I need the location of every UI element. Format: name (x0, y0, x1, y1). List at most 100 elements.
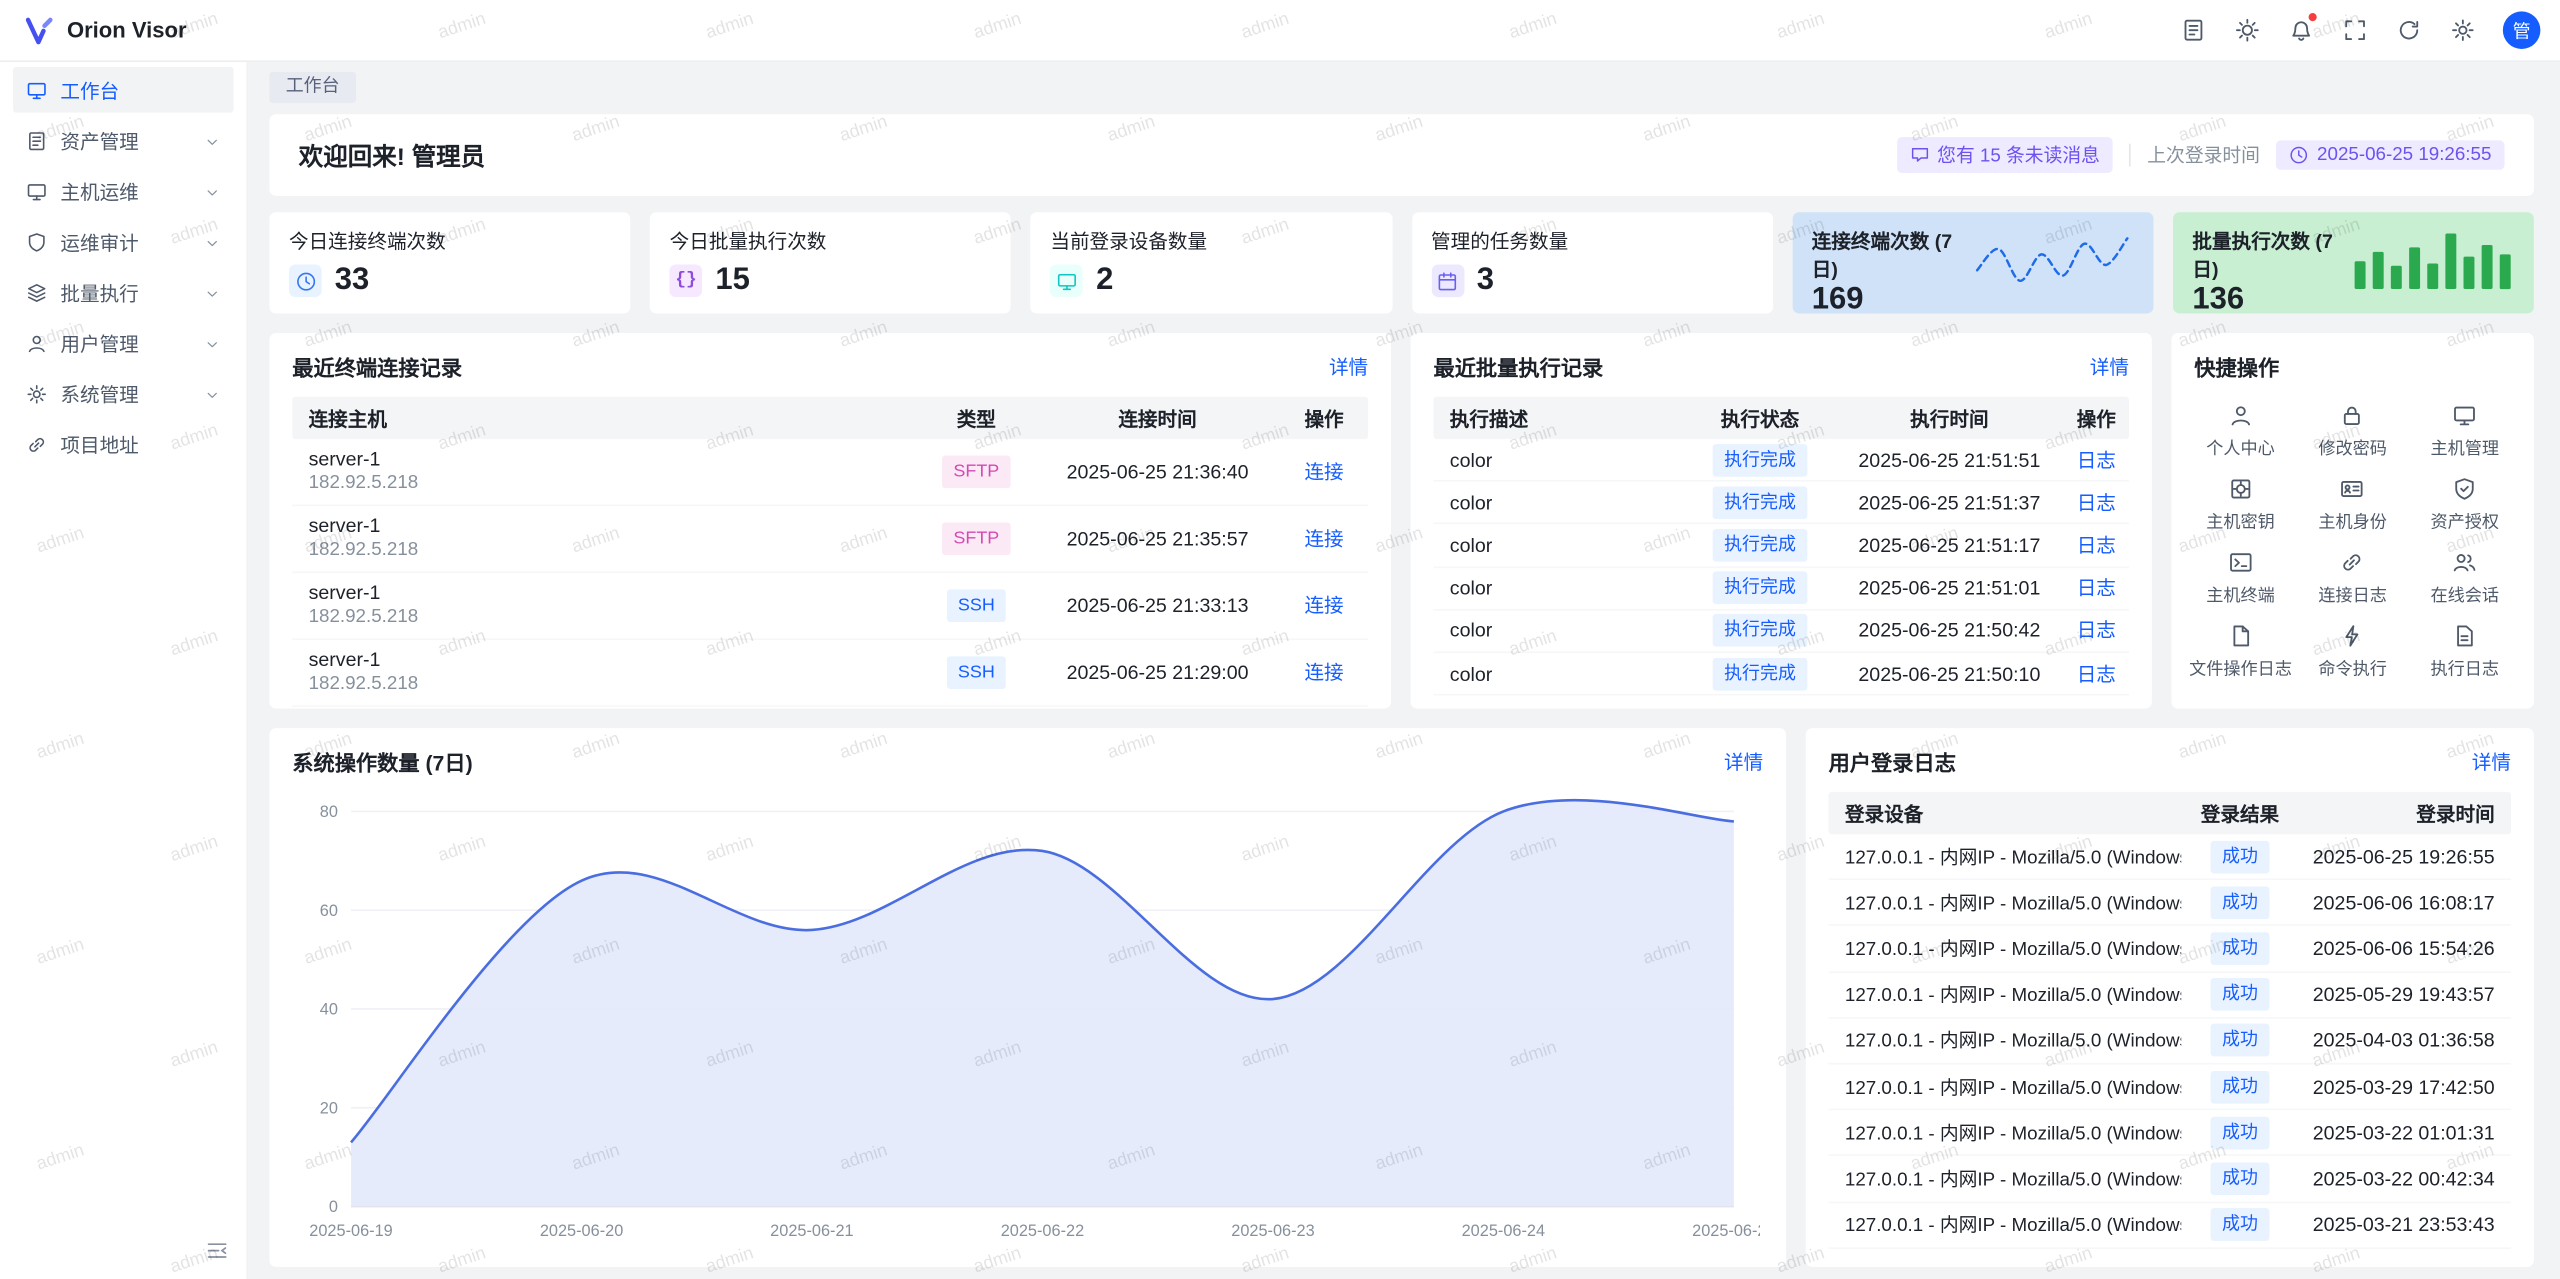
execution-status-tag: 执行完成 (1713, 443, 1808, 476)
app-logo[interactable]: Orion Visor (23, 14, 187, 47)
login-result-tag: 成功 (2211, 1162, 2270, 1195)
execution-time: 2025-06-25 21:51:37 (1835, 491, 2064, 514)
quick-host-keys[interactable]: 主机密钥 (2184, 477, 2296, 534)
sidebar-item-host-ops[interactable]: 主机运维 (13, 168, 233, 214)
chart-detail-link[interactable]: 详情 (1724, 748, 1763, 776)
quick-file-operation-logs[interactable]: 文件操作日志 (2184, 624, 2296, 681)
log-link[interactable]: 日志 (2077, 619, 2116, 642)
shield-check-icon (2452, 477, 2476, 501)
quick-actions-card: 快捷操作 个人中心修改密码主机管理主机密钥主机身份资产授权主机终端连接日志在线会… (2171, 333, 2533, 709)
log-link[interactable]: 日志 (2077, 448, 2116, 471)
sidebar-item-label: 主机运维 (60, 177, 138, 205)
fullscreen-button[interactable] (2333, 9, 2375, 51)
stat-label: 管理的任务数量 (1431, 227, 1753, 255)
table-row: 127.0.0.1 - 内网IP - Mozilla/5.0 (Windows … (1829, 926, 2511, 972)
host-name: server-1 (309, 514, 908, 538)
quick-change-password[interactable]: 修改密码 (2297, 403, 2409, 460)
file-text-icon (2452, 624, 2476, 648)
connect-link[interactable]: 连接 (1304, 594, 1343, 617)
connect-link[interactable]: 连接 (1304, 527, 1343, 550)
card-title: 系统操作数量 (7日) (292, 746, 472, 777)
table-row: server-1182.92.5.218SSH2025-06-25 21:33:… (292, 573, 1368, 640)
log-link[interactable]: 日志 (2077, 662, 2116, 685)
sidebar-item-audit[interactable]: 运维审计 (13, 219, 233, 265)
settings-gear-button[interactable] (2441, 9, 2483, 51)
execution-status-tag: 执行完成 (1713, 572, 1808, 605)
sidebar-item-label: 运维审计 (60, 228, 138, 256)
collapse-sidebar-button[interactable] (201, 1233, 234, 1266)
host-name: server-1 (309, 447, 908, 471)
execution-description: color (1433, 577, 1684, 600)
quick-command-execution[interactable]: 命令执行 (2297, 624, 2409, 681)
breadcrumb-item-workbench[interactable]: 工作台 (269, 72, 356, 103)
connect-link[interactable]: 连接 (1304, 661, 1343, 684)
login-device: 127.0.0.1 - 内网IP - Mozilla/5.0 (Windows … (1829, 935, 2182, 961)
login-time: 2025-05-29 19:43:57 (2299, 983, 2511, 1006)
login-device: 127.0.0.1 - 内网IP - Mozilla/5.0 (Windows … (1829, 889, 2182, 915)
user-avatar[interactable]: 管 (2503, 11, 2541, 49)
quick-action-label: 文件操作日志 (2189, 656, 2292, 680)
svg-text:2025-06-22: 2025-06-22 (1001, 1222, 1084, 1240)
stat-label: 当前登录设备数量 (1050, 227, 1372, 255)
last-login-time: 2025-06-25 19:26:55 (2317, 145, 2491, 165)
welcome-card: 欢迎回来! 管理员 您有 15 条未读消息 上次登录时间 2025-06-25 … (269, 114, 2533, 196)
sidebar-item-project-link[interactable]: 项目地址 (13, 421, 233, 467)
svg-text:2025-06-23: 2025-06-23 (1231, 1222, 1314, 1240)
quick-execution-logs[interactable]: 执行日志 (2409, 624, 2521, 681)
quick-action-label: 修改密码 (2318, 436, 2387, 460)
unread-messages-badge[interactable]: 您有 15 条未读消息 (1896, 137, 2113, 173)
sidebar-item-label: 项目地址 (60, 430, 138, 458)
login-detail-link[interactable]: 详情 (2472, 748, 2511, 776)
svg-text:60: 60 (320, 902, 338, 920)
refresh-button[interactable] (2387, 9, 2429, 51)
sidebar-item-system[interactable]: 系统管理 (13, 371, 233, 417)
user-icon (26, 332, 47, 353)
quick-host-identity[interactable]: 主机身份 (2297, 477, 2409, 534)
notification-bell-button[interactable] (2279, 9, 2321, 51)
sidebar-item-batch-exec[interactable]: 批量执行 (13, 269, 233, 315)
stat-card: 今日连接终端次数33 (269, 212, 630, 313)
sidebar-item-users[interactable]: 用户管理 (13, 320, 233, 366)
protocol-tag: SFTP (942, 456, 1011, 489)
login-result-tag: 成功 (2211, 978, 2270, 1011)
quick-connection-logs[interactable]: 连接日志 (2297, 550, 2409, 607)
card-title: 最近终端连接记录 (292, 351, 462, 382)
collapse-menu-icon (206, 1238, 229, 1261)
execution-status-tag: 执行完成 (1713, 614, 1808, 647)
table-row: 127.0.0.1 - 内网IP - Mozilla/5.0 (Windows … (1829, 880, 2511, 926)
svg-text:0: 0 (329, 1198, 338, 1216)
login-time: 2025-06-06 16:08:17 (2299, 891, 2511, 914)
quick-action-label: 主机终端 (2206, 583, 2275, 607)
log-link[interactable]: 日志 (2077, 577, 2116, 600)
id-card-icon (2340, 477, 2364, 501)
sidebar-item-label: 工作台 (60, 76, 119, 104)
sidebar-item-assets[interactable]: 资产管理 (13, 118, 233, 164)
table-header: 执行描述执行状态执行时间操作 (1433, 397, 2129, 439)
execution-time: 2025-06-25 21:50:42 (1835, 619, 2064, 642)
connect-link[interactable]: 连接 (1304, 460, 1343, 483)
chevron-down-icon (204, 286, 220, 302)
table-row: 127.0.0.1 - 内网IP - Mozilla/5.0 (Windows … (1829, 1110, 2511, 1156)
settings-gear-icon (26, 383, 47, 404)
theme-sun-button[interactable] (2225, 9, 2267, 51)
login-result-tag: 成功 (2211, 1070, 2270, 1103)
batch-detail-link[interactable]: 详情 (2090, 353, 2129, 381)
table-row: color执行完成2025-06-25 21:50:42日志 (1433, 610, 2129, 653)
quick-online-sessions[interactable]: 在线会话 (2409, 550, 2521, 607)
terminal-connections-table: 连接主机类型连接时间操作server-1182.92.5.218SFTP2025… (292, 397, 1368, 707)
log-link[interactable]: 日志 (2077, 491, 2116, 514)
asset-list-icon (26, 130, 47, 151)
quick-action-label: 命令执行 (2318, 656, 2387, 680)
sidebar-item-workbench[interactable]: 工作台 (13, 67, 233, 113)
login-device: 127.0.0.1 - 内网IP - Mozilla/5.0 (Windows … (1829, 1166, 2182, 1192)
log-link[interactable]: 日志 (2077, 534, 2116, 557)
quick-host-terminal[interactable]: 主机终端 (2184, 550, 2296, 607)
execution-time: 2025-06-25 21:51:01 (1835, 577, 2064, 600)
quick-host-management[interactable]: 主机管理 (2409, 403, 2521, 460)
terminal-detail-link[interactable]: 详情 (1329, 353, 1368, 381)
quick-asset-authorization[interactable]: 资产授权 (2409, 477, 2521, 534)
stat-card: 连接终端次数 (7日)169 (1792, 212, 2153, 313)
docs-button[interactable] (2171, 9, 2213, 51)
quick-personal-center[interactable]: 个人中心 (2184, 403, 2296, 460)
users-icon (2452, 550, 2476, 574)
